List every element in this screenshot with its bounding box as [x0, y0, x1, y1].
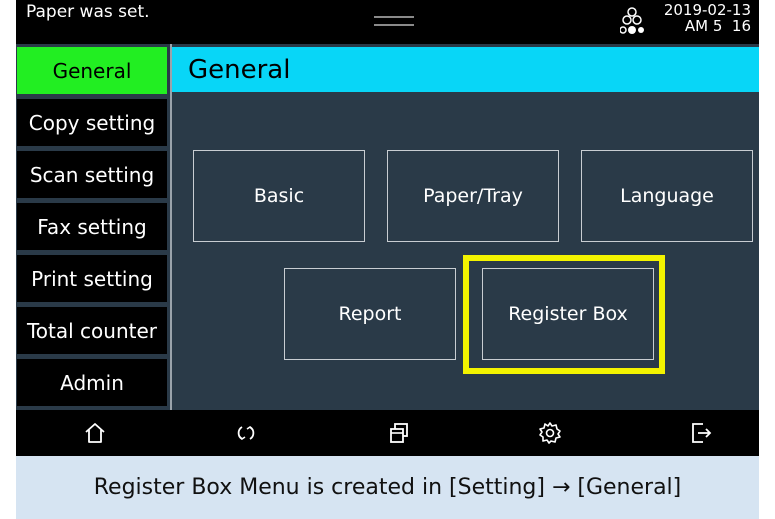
highlight-frame: [463, 255, 665, 374]
status-bar: Paper was set. 2019-02-13 AM 5 16: [16, 0, 759, 44]
date-text: 2019-02-13: [663, 1, 751, 19]
connection-dots-icon: [620, 7, 644, 34]
basic-button[interactable]: Basic: [193, 150, 365, 242]
paper-tray-button[interactable]: Paper/Tray: [387, 150, 559, 242]
copy-windows-icon[interactable]: [385, 419, 413, 447]
sidebar: General Copy setting Scan setting Fax se…: [16, 44, 170, 410]
sidebar-item-total-counter[interactable]: Total counter: [16, 306, 168, 355]
sidebar-item-admin[interactable]: Admin: [16, 358, 168, 407]
time-text: AM 5 16: [684, 17, 751, 35]
sidebar-item-copy-setting[interactable]: Copy setting: [16, 98, 168, 147]
page-title: General: [172, 47, 759, 92]
logout-icon[interactable]: [687, 419, 715, 447]
sidebar-divider: [170, 44, 172, 410]
status-message: Paper was set.: [26, 2, 150, 22]
caption-text: Register Box Menu is created in [Setting…: [16, 456, 759, 519]
language-button[interactable]: Language: [581, 150, 753, 242]
sidebar-item-fax-setting[interactable]: Fax setting: [16, 202, 168, 251]
datetime: 2019-02-13 AM 5 16: [664, 2, 751, 34]
sidebar-item-scan-setting[interactable]: Scan setting: [16, 150, 168, 199]
sidebar-item-general[interactable]: General: [16, 46, 168, 95]
report-button[interactable]: Report: [284, 268, 456, 360]
gear-icon[interactable]: [536, 419, 564, 447]
home-icon[interactable]: [81, 419, 109, 447]
bottom-nav-bar: [16, 410, 759, 456]
drag-handle-icon[interactable]: [374, 16, 414, 26]
refresh-icon[interactable]: [232, 419, 260, 447]
sidebar-item-print-setting[interactable]: Print setting: [16, 254, 168, 303]
device-screen: Paper was set. 2019-02-13 AM 5 16 Genera…: [16, 0, 759, 456]
